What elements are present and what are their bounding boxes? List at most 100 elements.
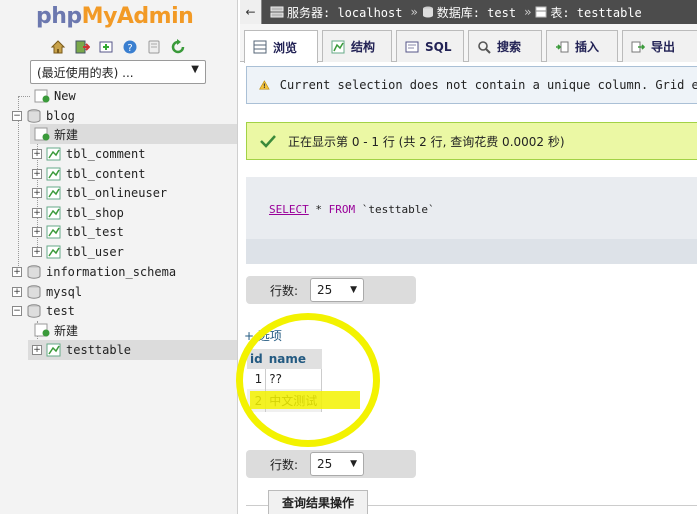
warning-icon: ! xyxy=(259,80,270,90)
breadcrumb-server[interactable]: 服务器: localhost xyxy=(270,4,402,21)
back-arrow-icon[interactable]: ← xyxy=(240,0,262,24)
tree-item-blog-new[interactable]: 新建 xyxy=(30,124,237,144)
table-icon xyxy=(46,147,61,161)
breadcrumb-separator: » xyxy=(410,5,418,19)
column-header-name[interactable]: name xyxy=(265,349,322,369)
sql-query-icon[interactable] xyxy=(97,38,115,56)
table-tabs: 浏览 结构 SQL 搜索 插入 导出 xyxy=(240,24,697,63)
breadcrumb-database[interactable]: 数据库: test xyxy=(422,4,516,21)
breadcrumb-separator: » xyxy=(524,5,532,19)
cell-name[interactable]: 中文测试 xyxy=(265,389,323,412)
cell-id[interactable]: 1 xyxy=(247,369,267,389)
quick-icons: ? xyxy=(49,38,187,56)
table-icon xyxy=(46,167,61,181)
tree-table[interactable]: + tbl_comment xyxy=(32,144,145,164)
structure-icon xyxy=(331,40,345,53)
tree-table[interactable]: + tbl_content xyxy=(32,164,145,184)
breadcrumb: ← 服务器: localhost » 数据库: test » 表: testta… xyxy=(240,0,697,24)
tab-query-result-operations[interactable]: 查询结果操作 xyxy=(268,490,368,514)
new-icon xyxy=(34,323,50,337)
svg-text:!: ! xyxy=(263,83,266,90)
database-icon xyxy=(27,304,41,318)
tree-table[interactable]: + tbl_user xyxy=(32,242,124,262)
tree-db-mysql[interactable]: + mysql xyxy=(12,282,82,302)
rows-per-page-select[interactable]: 25 ▼ xyxy=(310,278,365,302)
tab-structure[interactable]: 结构 xyxy=(322,30,392,62)
help-icon[interactable]: ? xyxy=(121,38,139,56)
expand-icon[interactable]: + xyxy=(32,169,42,179)
breadcrumb-table[interactable]: 表: testtable xyxy=(535,4,642,21)
expand-icon[interactable]: + xyxy=(12,287,22,297)
browse-icon xyxy=(253,40,267,54)
database-icon xyxy=(27,109,41,123)
recent-tables-select[interactable]: (最近使用的表) ... ▼ xyxy=(30,60,206,84)
chevron-down-icon: ▼ xyxy=(350,459,358,469)
tab-browse[interactable]: 浏览 xyxy=(244,30,318,63)
tab-export[interactable]: 导出 xyxy=(622,30,697,62)
tab-insert[interactable]: 插入 xyxy=(546,30,618,62)
expand-icon[interactable]: + xyxy=(32,188,42,198)
tree-table[interactable]: + tbl_shop xyxy=(32,203,124,223)
rows-per-page-select[interactable]: 25 ▼ xyxy=(310,452,365,476)
search-icon xyxy=(478,40,491,54)
expand-icon[interactable]: + xyxy=(32,247,42,257)
insert-icon xyxy=(556,41,569,52)
tree-table[interactable]: + tbl_test xyxy=(32,222,124,242)
table-icon xyxy=(46,206,61,220)
rows-control-bottom: 行数: 25 ▼ xyxy=(246,450,416,478)
svg-text:?: ? xyxy=(127,43,132,54)
cell-id[interactable]: 2 xyxy=(247,389,267,412)
server-icon xyxy=(270,6,284,18)
table-row: 2 中文测试 xyxy=(247,389,323,412)
phpmyadmin-logo[interactable]: phpMyAdmin xyxy=(36,4,194,29)
logout-icon[interactable] xyxy=(73,38,91,56)
navigation-panel: phpMyAdmin ? (最近使用的表) ... ▼ New − blog 新建 xyxy=(0,0,238,514)
result-table: id name 1 ?? 2 中文测试 xyxy=(247,349,323,412)
warning-message: ! Current selection does not contain a u… xyxy=(246,66,697,104)
tree-table-testtable[interactable]: + testtable xyxy=(28,340,237,360)
export-icon xyxy=(631,41,645,52)
tree-db-test[interactable]: − test xyxy=(12,301,75,321)
table-icon xyxy=(46,225,61,239)
table-icon xyxy=(46,186,61,200)
database-icon xyxy=(27,265,41,279)
table-icon xyxy=(535,6,547,18)
chevron-down-icon: ▼ xyxy=(350,285,358,295)
table-row: 1 ?? xyxy=(247,369,323,389)
home-icon[interactable] xyxy=(49,38,67,56)
expand-icon[interactable]: + xyxy=(12,267,22,277)
collapse-icon[interactable]: − xyxy=(12,306,22,316)
reload-icon[interactable] xyxy=(169,38,187,56)
tree-db-blog[interactable]: − blog xyxy=(12,106,75,126)
collapse-icon[interactable]: − xyxy=(12,111,22,121)
cell-name[interactable]: ?? xyxy=(265,369,323,389)
rows-control-top: 行数: 25 ▼ xyxy=(246,276,416,304)
new-icon xyxy=(34,89,50,103)
sql-icon xyxy=(405,41,419,52)
success-message: 正在显示第 0 - 1 行 (共 2 行, 查询花费 0.0002 秒) xyxy=(246,122,697,160)
tree-item-new[interactable]: New xyxy=(18,86,76,106)
tab-sql[interactable]: SQL xyxy=(396,30,464,62)
tab-search[interactable]: 搜索 xyxy=(468,30,542,62)
table-header-row: id name xyxy=(247,349,322,369)
table-icon xyxy=(46,245,61,259)
new-icon xyxy=(34,127,50,141)
sql-query-footer xyxy=(246,239,697,264)
tree-table[interactable]: + tbl_onlineuser xyxy=(32,183,167,203)
table-icon xyxy=(46,343,61,357)
expand-icon[interactable]: + xyxy=(32,227,42,237)
docs-icon[interactable] xyxy=(145,38,163,56)
sql-query-text[interactable]: SELECT * FROM `testtable` xyxy=(269,203,435,216)
checkmark-icon xyxy=(260,135,276,148)
column-header-id[interactable]: id xyxy=(247,349,266,369)
expand-icon[interactable]: + xyxy=(32,149,42,159)
database-icon xyxy=(422,6,433,18)
options-link[interactable]: + 选项 xyxy=(244,327,282,344)
expand-icon[interactable]: + xyxy=(32,345,42,355)
tree-item-test-new[interactable]: 新建 xyxy=(30,320,78,340)
tree-db-information-schema[interactable]: + information_schema xyxy=(12,262,176,282)
database-icon xyxy=(27,285,41,299)
sql-query-box xyxy=(246,177,697,264)
chevron-down-icon: ▼ xyxy=(191,64,199,75)
expand-icon[interactable]: + xyxy=(32,208,42,218)
